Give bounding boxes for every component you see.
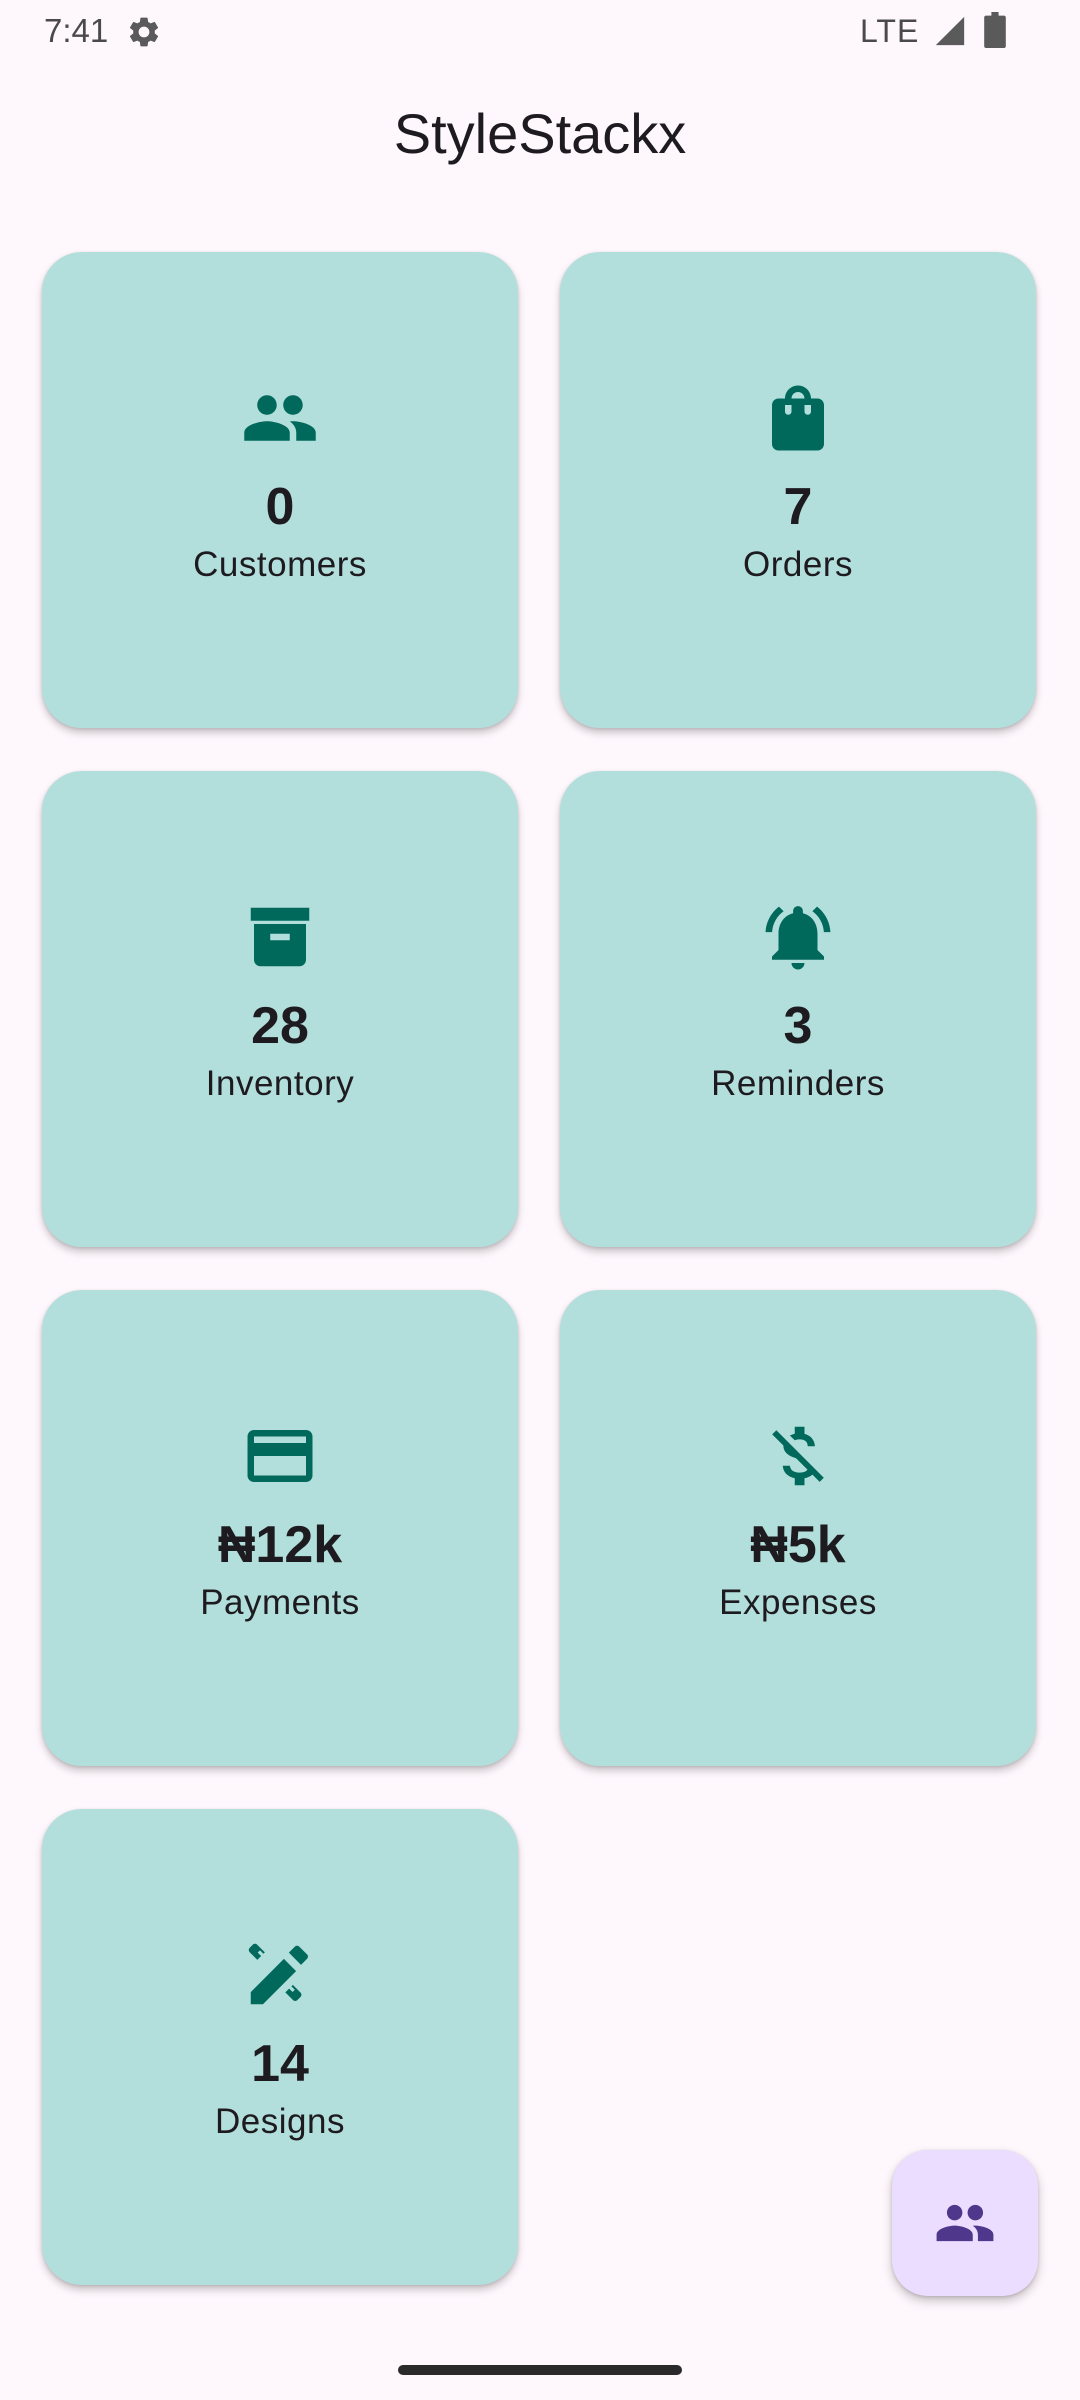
archive-box-icon — [241, 898, 319, 976]
payments-amount: ₦12k — [217, 1516, 343, 1574]
designs-label: Designs — [215, 2102, 345, 2141]
bell-ringing-icon — [759, 898, 837, 976]
app-title: StyleStackx — [393, 102, 687, 165]
reminders-count: 3 — [783, 997, 813, 1055]
expenses-amount: ₦5k — [750, 1516, 846, 1574]
status-time: 7:41 — [44, 12, 109, 49]
customers-label: Customers — [193, 545, 367, 584]
orders-label: Orders — [743, 545, 853, 584]
settings-gear-icon — [126, 14, 162, 50]
design-tools-icon — [241, 1936, 319, 2014]
people-icon — [934, 2192, 996, 2254]
customers-count: 0 — [265, 478, 295, 536]
shopping-bag-icon — [759, 379, 837, 457]
status-bar: 7:41 LTE — [0, 0, 1080, 62]
reminders-label: Reminders — [711, 1064, 885, 1103]
customers-fab-button[interactable] — [892, 2150, 1038, 2296]
gesture-navigation-bar[interactable] — [398, 2365, 682, 2375]
money-off-icon — [759, 1417, 837, 1495]
orders-card[interactable]: 7 Orders — [560, 252, 1036, 728]
dashboard-grid: 0 Customers 7 Orders 28 Inventory 3 Remi… — [42, 252, 1040, 2285]
designs-card[interactable]: 14 Designs — [42, 1809, 518, 2285]
expenses-label: Expenses — [719, 1583, 877, 1622]
people-icon — [241, 379, 319, 457]
inventory-count: 28 — [251, 997, 309, 1055]
credit-card-icon — [241, 1417, 319, 1495]
payments-label: Payments — [200, 1583, 360, 1622]
inventory-card[interactable]: 28 Inventory — [42, 771, 518, 1247]
expenses-card[interactable]: ₦5k Expenses — [560, 1290, 1036, 1766]
cell-signal-icon — [932, 14, 968, 48]
customers-card[interactable]: 0 Customers — [42, 252, 518, 728]
battery-icon — [984, 12, 1006, 48]
reminders-card[interactable]: 3 Reminders — [560, 771, 1036, 1247]
payments-card[interactable]: ₦12k Payments — [42, 1290, 518, 1766]
inventory-label: Inventory — [205, 1064, 355, 1103]
designs-count: 14 — [251, 2035, 309, 2093]
orders-count: 7 — [783, 478, 813, 536]
network-type-label: LTE — [860, 13, 920, 49]
